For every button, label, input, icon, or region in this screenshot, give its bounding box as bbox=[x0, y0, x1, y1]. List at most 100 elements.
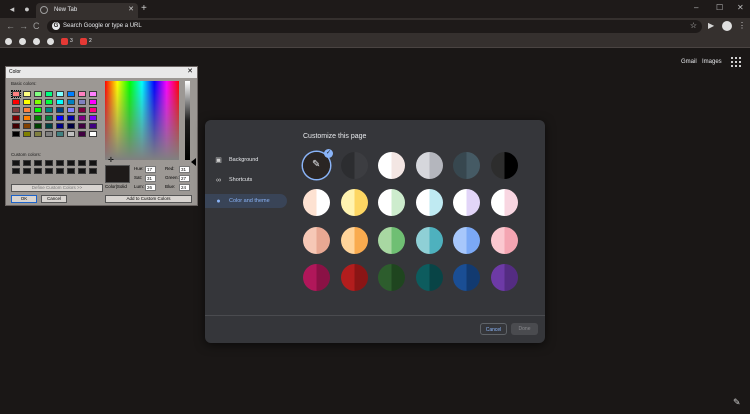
basic-color-swatch[interactable] bbox=[56, 115, 64, 121]
luminance-bar[interactable] bbox=[185, 81, 190, 160]
basic-color-swatch[interactable] bbox=[89, 99, 97, 105]
basic-color-swatch[interactable] bbox=[12, 107, 20, 113]
theme-swatch[interactable] bbox=[453, 152, 481, 179]
basic-color-swatch[interactable] bbox=[56, 99, 64, 105]
color-cancel-button[interactable]: Cancel bbox=[41, 195, 67, 203]
theme-swatch[interactable] bbox=[453, 226, 481, 254]
done-button[interactable]: Done bbox=[511, 323, 538, 335]
basic-color-swatch[interactable] bbox=[34, 123, 42, 129]
bookmark-star-icon[interactable]: ☆ bbox=[690, 20, 697, 32]
theme-swatch[interactable] bbox=[415, 226, 443, 254]
basic-color-swatch[interactable] bbox=[23, 107, 31, 113]
basic-color-swatch[interactable] bbox=[56, 91, 64, 97]
custom-color-swatch[interactable] bbox=[89, 168, 97, 174]
basic-color-swatch[interactable] bbox=[34, 107, 42, 113]
basic-color-swatch[interactable] bbox=[34, 131, 42, 137]
basic-color-swatch[interactable] bbox=[67, 107, 75, 113]
basic-color-swatch[interactable] bbox=[78, 131, 86, 137]
custom-color-swatch[interactable] bbox=[34, 160, 42, 166]
basic-color-swatch[interactable] bbox=[34, 91, 42, 97]
window-close-button[interactable]: ✕ bbox=[737, 2, 744, 14]
basic-color-swatch[interactable] bbox=[45, 123, 53, 129]
media-play-icon[interactable]: ▶ bbox=[708, 20, 714, 32]
custom-color-swatch[interactable] bbox=[67, 168, 75, 174]
custom-color-theme[interactable]: ✎ ✓ bbox=[303, 149, 333, 179]
bookmark-item[interactable] bbox=[33, 36, 42, 46]
basic-color-swatch[interactable] bbox=[78, 123, 86, 129]
new-tab-button[interactable]: + bbox=[141, 3, 147, 15]
basic-color-swatch[interactable] bbox=[89, 91, 97, 97]
theme-swatch[interactable] bbox=[490, 189, 518, 217]
basic-color-swatch[interactable] bbox=[34, 99, 42, 105]
basic-color-swatch[interactable] bbox=[45, 107, 53, 113]
blue-field[interactable]: 24 bbox=[179, 184, 190, 191]
basic-color-swatch[interactable] bbox=[11, 90, 21, 98]
theme-swatch[interactable] bbox=[490, 226, 518, 254]
forward-button[interactable]: → bbox=[19, 20, 28, 32]
basic-color-swatch[interactable] bbox=[78, 115, 86, 121]
basic-color-swatch[interactable] bbox=[12, 115, 20, 121]
bookmark-item[interactable] bbox=[19, 36, 28, 46]
custom-color-swatch[interactable] bbox=[12, 160, 20, 166]
reload-button[interactable]: C bbox=[33, 20, 40, 32]
cancel-button[interactable]: Cancel bbox=[480, 323, 507, 335]
theme-swatch[interactable] bbox=[415, 264, 443, 292]
custom-color-swatch[interactable] bbox=[89, 160, 97, 166]
custom-color-swatch[interactable] bbox=[67, 160, 75, 166]
nav-item-background[interactable]: ▣ Background bbox=[205, 153, 287, 167]
theme-swatch[interactable] bbox=[378, 226, 406, 254]
basic-color-swatch[interactable] bbox=[45, 131, 53, 137]
basic-color-swatch[interactable] bbox=[89, 115, 97, 121]
custom-color-swatch[interactable] bbox=[56, 168, 64, 174]
custom-color-swatch[interactable] bbox=[56, 160, 64, 166]
profile-avatar[interactable] bbox=[722, 21, 732, 31]
bookmark-item[interactable] bbox=[5, 36, 14, 46]
basic-color-swatch[interactable] bbox=[89, 107, 97, 113]
theme-swatch[interactable] bbox=[303, 226, 330, 254]
basic-color-swatch[interactable] bbox=[12, 123, 20, 129]
theme-swatch[interactable] bbox=[340, 226, 368, 254]
basic-color-swatch[interactable] bbox=[67, 123, 75, 129]
profile-icon[interactable]: ● bbox=[20, 2, 34, 16]
theme-swatch[interactable] bbox=[453, 264, 481, 292]
bookmark-item[interactable]: 3 bbox=[61, 36, 73, 46]
basic-color-swatch[interactable] bbox=[67, 99, 75, 105]
red-field[interactable]: 31 bbox=[179, 166, 190, 173]
luminance-arrow-icon[interactable] bbox=[191, 158, 196, 166]
theme-swatch[interactable] bbox=[378, 152, 406, 179]
basic-color-swatch[interactable] bbox=[56, 123, 64, 129]
basic-color-swatch[interactable] bbox=[78, 91, 86, 97]
basic-color-swatch[interactable] bbox=[45, 99, 53, 105]
basic-color-swatch[interactable] bbox=[89, 131, 97, 137]
basic-color-swatch[interactable] bbox=[23, 115, 31, 121]
custom-color-swatch[interactable] bbox=[12, 168, 20, 174]
theme-swatch[interactable] bbox=[415, 152, 443, 179]
custom-color-swatch[interactable] bbox=[45, 168, 53, 174]
custom-color-swatch[interactable] bbox=[45, 160, 53, 166]
custom-color-swatch[interactable] bbox=[34, 168, 42, 174]
basic-color-swatch[interactable] bbox=[45, 115, 53, 121]
basic-color-swatch[interactable] bbox=[23, 123, 31, 129]
basic-color-swatch[interactable] bbox=[67, 115, 75, 121]
basic-color-swatch[interactable] bbox=[34, 115, 42, 121]
define-custom-colors-button[interactable]: Define Custom Colors >> bbox=[11, 184, 103, 192]
basic-color-swatch[interactable] bbox=[56, 131, 64, 137]
custom-color-swatch[interactable] bbox=[23, 160, 31, 166]
basic-color-swatch[interactable] bbox=[56, 107, 64, 113]
tab-new-tab[interactable]: New Tab ✕ bbox=[36, 3, 138, 18]
add-to-custom-colors-button[interactable]: Add to Custom Colors bbox=[105, 195, 192, 203]
sat-field[interactable]: 31 bbox=[145, 175, 156, 182]
theme-swatch[interactable] bbox=[490, 152, 518, 179]
custom-color-swatch[interactable] bbox=[23, 168, 31, 174]
basic-color-swatch[interactable] bbox=[23, 131, 31, 137]
color-spectrum[interactable] bbox=[105, 81, 179, 160]
basic-color-swatch[interactable] bbox=[67, 131, 75, 137]
bookmark-item[interactable]: 2 bbox=[80, 36, 92, 46]
menu-icon[interactable]: ⋮ bbox=[738, 20, 746, 32]
basic-color-swatch[interactable] bbox=[23, 99, 31, 105]
customize-pencil-icon[interactable]: ✎ bbox=[733, 397, 741, 408]
minimize-button[interactable]: – bbox=[694, 2, 698, 14]
gmail-link[interactable]: Gmail bbox=[681, 59, 697, 65]
custom-color-swatch[interactable] bbox=[78, 160, 86, 166]
basic-color-swatch[interactable] bbox=[12, 99, 20, 105]
